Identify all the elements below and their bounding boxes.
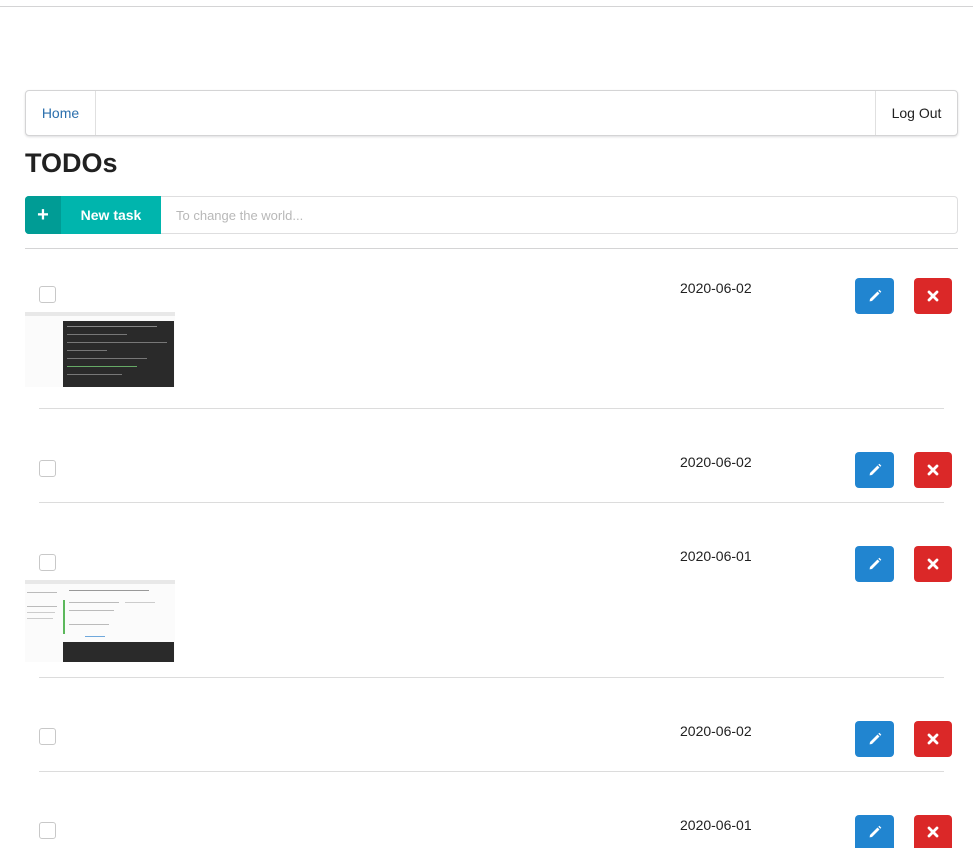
- delete-button[interactable]: [914, 721, 952, 757]
- nav-home-link[interactable]: Home: [26, 91, 96, 135]
- edit-button[interactable]: [855, 815, 894, 848]
- delete-button[interactable]: [914, 452, 952, 488]
- delete-button[interactable]: [914, 815, 952, 848]
- edit-button[interactable]: [855, 452, 894, 488]
- plus-icon: +: [25, 196, 61, 234]
- delete-button[interactable]: [914, 546, 952, 582]
- todo-checkbox[interactable]: [39, 822, 56, 839]
- page-title: TODOs: [25, 148, 118, 178]
- new-task-button-label: New task: [80, 207, 142, 223]
- todo-checkbox[interactable]: [39, 728, 56, 745]
- pencil-icon: [869, 289, 881, 302]
- pencil-icon: [869, 825, 881, 837]
- close-icon: [927, 733, 939, 745]
- delete-button[interactable]: [914, 278, 952, 314]
- menu-spacer: [96, 91, 875, 135]
- todo-attachment-image: [25, 312, 175, 387]
- todo-checkbox[interactable]: [39, 460, 56, 477]
- edit-button[interactable]: [855, 278, 894, 314]
- row-divider: [39, 771, 944, 772]
- row-divider: [39, 677, 944, 678]
- todo-date: 2020-06-02: [680, 280, 752, 296]
- todo-checkbox[interactable]: [39, 286, 56, 303]
- new-task-form: + New task: [25, 196, 958, 234]
- top-menu: Home Log Out: [25, 90, 958, 136]
- todo-attachment-image: [25, 580, 175, 662]
- edit-button[interactable]: [855, 721, 894, 757]
- close-icon: [927, 826, 939, 837]
- todo-date: 2020-06-02: [680, 454, 752, 470]
- close-icon: [927, 558, 939, 570]
- todo-date: 2020-06-02: [680, 723, 752, 739]
- pencil-icon: [869, 732, 881, 745]
- pencil-icon: [869, 557, 881, 570]
- logout-button[interactable]: Log Out: [875, 91, 957, 135]
- new-task-input[interactable]: [161, 196, 958, 234]
- row-divider: [39, 408, 944, 409]
- list-separator: [25, 248, 958, 249]
- edit-button[interactable]: [855, 546, 894, 582]
- todo-date: 2020-06-01: [680, 548, 752, 564]
- pencil-icon: [869, 463, 881, 476]
- close-icon: [927, 290, 939, 302]
- row-divider: [39, 502, 944, 503]
- top-divider: [0, 6, 973, 7]
- close-icon: [927, 464, 939, 476]
- todo-date: 2020-06-01: [680, 817, 752, 833]
- new-task-button[interactable]: + New task: [25, 196, 161, 234]
- todo-checkbox[interactable]: [39, 554, 56, 571]
